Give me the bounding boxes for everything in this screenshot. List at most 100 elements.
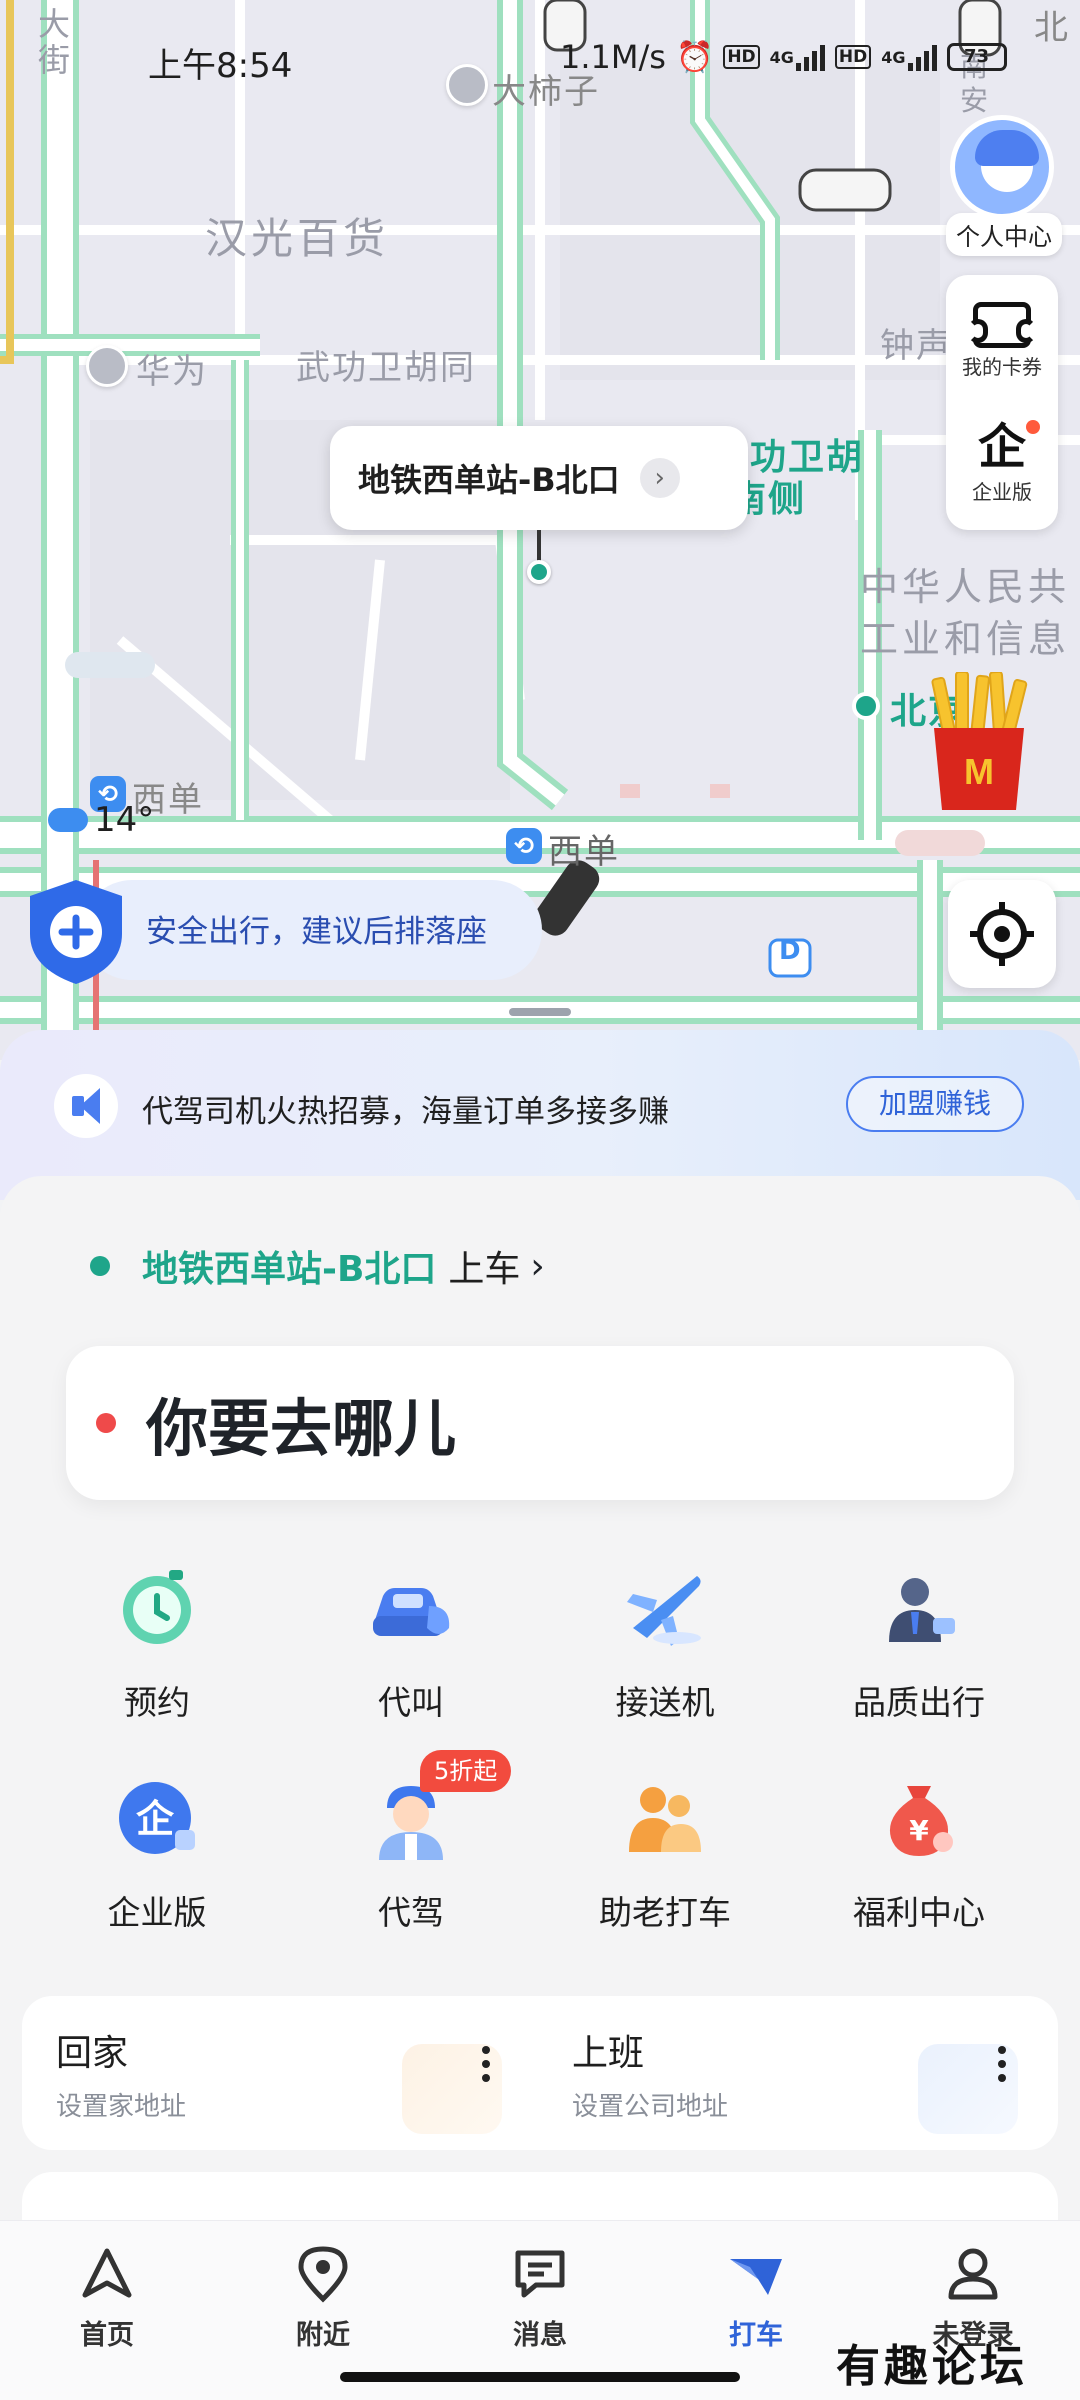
poi-pin-icon[interactable]: [86, 345, 128, 387]
pickup-location: 地铁西单站-B北口: [142, 1249, 437, 1290]
map-label-huawei: 华为: [136, 352, 208, 392]
map-label-ministry-1: 中华人民共: [860, 565, 1071, 609]
home-icon: [82, 2248, 132, 2298]
cloud-icon: [48, 808, 88, 832]
join-button[interactable]: 加盟赚钱: [846, 1076, 1024, 1132]
tab-label: 消息: [513, 2320, 567, 2351]
my-coupons-button[interactable]: 我的卡券: [946, 275, 1058, 400]
service-airport[interactable]: 接送机: [530, 1566, 800, 1724]
service-enterprise[interactable]: 企 企业版: [22, 1776, 292, 1934]
svg-text:企: 企: [136, 1797, 175, 1841]
tab-home[interactable]: 首页: [32, 2243, 182, 2352]
destination-dot-icon: [96, 1413, 116, 1433]
message-icon: [515, 2250, 565, 2298]
elderly-icon: [629, 1787, 701, 1852]
service-label: 企业版: [107, 1893, 207, 1932]
weather: 14°: [48, 800, 154, 840]
status-time: 上午8:54: [148, 46, 293, 86]
tab-nearby[interactable]: 附近: [248, 2243, 398, 2352]
pickup-location-bubble[interactable]: 地铁西单站-B北口 ›: [330, 426, 748, 530]
service-label: 助老打车: [599, 1893, 731, 1932]
enterprise-label: 企业版: [972, 480, 1032, 504]
notification-dot: [1026, 420, 1040, 434]
chevron-right-icon: ›: [530, 1245, 545, 1287]
pickup-bubble-text: 地铁西单站-B北口: [358, 461, 620, 499]
tab-messages[interactable]: 消息: [465, 2243, 615, 2352]
home-shortcut[interactable]: 回家 设置家地址: [22, 1996, 540, 2150]
service-label: 品质出行: [853, 1683, 985, 1722]
crosshair-icon: [970, 902, 1034, 966]
map-marker-d: D: [779, 936, 801, 966]
home-indicator[interactable]: [340, 2372, 740, 2382]
home-title: 回家: [56, 2033, 129, 2074]
service-call-for-others[interactable]: 代叫: [276, 1566, 546, 1724]
signal-icon: [907, 43, 937, 71]
user-icon: [948, 2248, 998, 2300]
enterprise-button[interactable]: 企 企业版: [946, 400, 1058, 525]
profile-center-button[interactable]: 个人中心: [946, 115, 1062, 256]
hd-icon: HD: [834, 45, 872, 69]
destination-placeholder: 你要去哪儿: [146, 1392, 457, 1465]
quick-destinations: 回家 设置家地址 上班 设置公司地址: [22, 1996, 1058, 2150]
promo-banner[interactable]: 代驾司机火热招募，海量订单多接多赚 加盟赚钱: [0, 1030, 1080, 1200]
clock-icon: [123, 1570, 191, 1644]
weather-temp: 14°: [94, 800, 155, 840]
money-bag-icon: ¥: [889, 1786, 953, 1856]
pickup-row[interactable]: 地铁西单站-B北口 上车 ›: [90, 1240, 545, 1292]
safety-tip-text: 安全出行，建议后排落座: [146, 914, 487, 950]
forum-watermark: 有趣论坛: [836, 2341, 1028, 2392]
airplane-icon: [627, 1576, 701, 1646]
service-reserve[interactable]: 预约: [22, 1566, 292, 1724]
safety-tip[interactable]: 安全出行，建议后排落座: [22, 876, 542, 986]
shield-icon: [30, 880, 122, 984]
status-indicators: 1.1M/s ⏰ HD 4G HD 4G 73: [560, 38, 1007, 76]
pickup-dot-icon: [90, 1256, 110, 1276]
taxi-icon: [730, 2259, 782, 2295]
business-person-icon: [889, 1578, 955, 1642]
tab-taxi[interactable]: 打车: [681, 2243, 831, 2352]
side-panel: 我的卡券 企 企业版: [946, 275, 1058, 530]
sheet-drag-handle[interactable]: [509, 1008, 571, 1016]
map-label-mall: 汉光百货: [205, 214, 390, 263]
speaker-icon: [54, 1074, 118, 1138]
network-speed: 1.1M/s: [560, 38, 666, 76]
battery-icon: 73: [946, 43, 1007, 71]
work-subtitle: 设置公司地址: [572, 2092, 729, 2122]
service-label: 代驾: [378, 1893, 444, 1932]
pickup-suffix: 上车: [448, 1249, 521, 1290]
metro-icon: ⟲: [506, 828, 542, 864]
booking-sheet: 地铁西单站-B北口 上车 › 你要去哪儿 预约 代叫 接送机 品质出行 企 企业…: [0, 1176, 1080, 2252]
work-title: 上班: [572, 2033, 645, 2074]
pickup-pin-icon: [527, 560, 551, 584]
avatar[interactable]: [950, 115, 1054, 219]
profile-label: 个人中心: [946, 213, 1062, 256]
service-welfare[interactable]: ¥ 福利中心: [784, 1776, 1054, 1934]
map-label-xidan-2: 西单: [548, 832, 620, 872]
signal-icon: [795, 43, 825, 71]
service-label: 接送机: [615, 1683, 715, 1722]
map-label-ministry-2: 工业和信息: [860, 617, 1071, 661]
mcdonalds-fries-icon[interactable]: M: [924, 672, 1034, 812]
enterprise-icon: 企: [977, 419, 1026, 475]
svg-text:¥: ¥: [909, 1814, 929, 1847]
service-elderly[interactable]: 助老打车: [530, 1776, 800, 1934]
work-shortcut[interactable]: 上班 设置公司地址: [538, 1996, 1056, 2150]
service-designated-driver[interactable]: 代驾: [276, 1776, 546, 1934]
enterprise-icon: 企: [119, 1782, 195, 1854]
tab-label: 打车: [729, 2320, 783, 2351]
tab-label: 附近: [296, 2320, 350, 2351]
chevron-right-icon: ›: [639, 458, 680, 498]
tab-label: 首页: [80, 2320, 134, 2351]
service-premium[interactable]: 品质出行: [784, 1566, 1054, 1724]
more-icon[interactable]: [482, 2046, 490, 2090]
hd-icon: HD: [723, 45, 760, 69]
svg-text:M: M: [964, 751, 994, 792]
location-pin-icon: [298, 2246, 348, 2303]
destination-input[interactable]: 你要去哪儿: [66, 1346, 1014, 1500]
map-view[interactable]: 大 街 大柿子 汉光百货 华为 武功卫胡同 钟声 功卫胡 南侧 中华人民共 工业…: [0, 0, 1080, 1060]
locate-me-button[interactable]: [948, 880, 1056, 988]
service-label: 福利中心: [853, 1893, 985, 1932]
coupons-label: 我的卡券: [962, 355, 1042, 379]
service-label: 预约: [124, 1683, 190, 1722]
more-icon[interactable]: [998, 2046, 1006, 2090]
